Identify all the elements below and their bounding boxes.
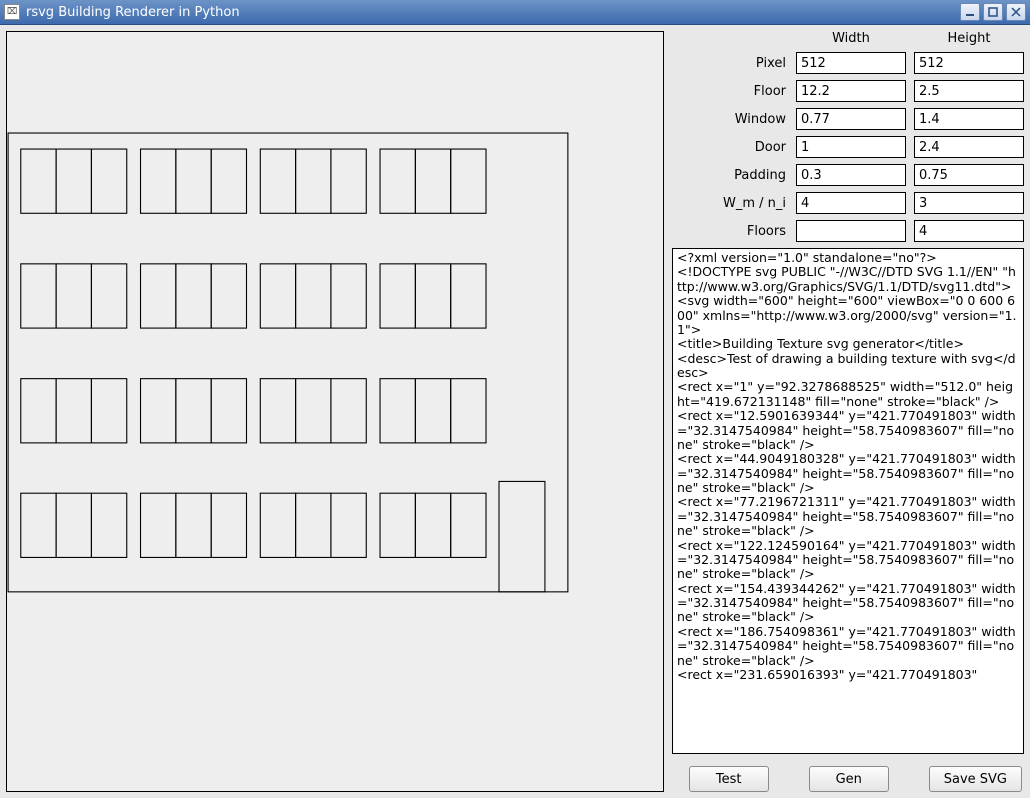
minimize-button[interactable] [960,3,980,21]
param-label-wm-ni: W_m / n_i [683,196,788,211]
maximize-button[interactable] [983,3,1003,21]
floors-width-input[interactable] [796,220,906,242]
test-button[interactable]: Test [689,766,769,792]
floors-height-input[interactable] [914,220,1024,242]
wm-input[interactable] [796,192,906,214]
door-width-input[interactable] [796,136,906,158]
window-width-input[interactable] [796,108,906,130]
column-header-height: Height [914,31,1024,46]
app-icon: ⌧ [4,4,20,20]
save-svg-button[interactable]: Save SVG [929,766,1022,792]
param-label-floor: Floor [683,84,788,99]
column-header-width: Width [796,31,906,46]
param-label-pixel: Pixel [683,56,788,71]
parameter-grid: Width Height Pixel Floor Window Door Pad… [672,31,1024,242]
gen-button[interactable]: Gen [809,766,889,792]
param-label-floors: Floors [683,224,788,239]
ni-input[interactable] [914,192,1024,214]
padding-width-input[interactable] [796,164,906,186]
floor-height-input[interactable] [914,80,1024,102]
param-label-window: Window [683,112,788,127]
window-height-input[interactable] [914,108,1024,130]
svg-source-textarea[interactable] [672,248,1024,754]
padding-height-input[interactable] [914,164,1024,186]
window-title: rsvg Building Renderer in Python [26,5,960,20]
window-titlebar: ⌧ rsvg Building Renderer in Python [0,0,1030,25]
param-label-door: Door [683,140,788,155]
pixel-height-input[interactable] [914,52,1024,74]
floor-width-input[interactable] [796,80,906,102]
pixel-width-input[interactable] [796,52,906,74]
preview-canvas [6,31,664,792]
close-button[interactable] [1006,3,1026,21]
param-label-padding: Padding [683,168,788,183]
door-height-input[interactable] [914,136,1024,158]
